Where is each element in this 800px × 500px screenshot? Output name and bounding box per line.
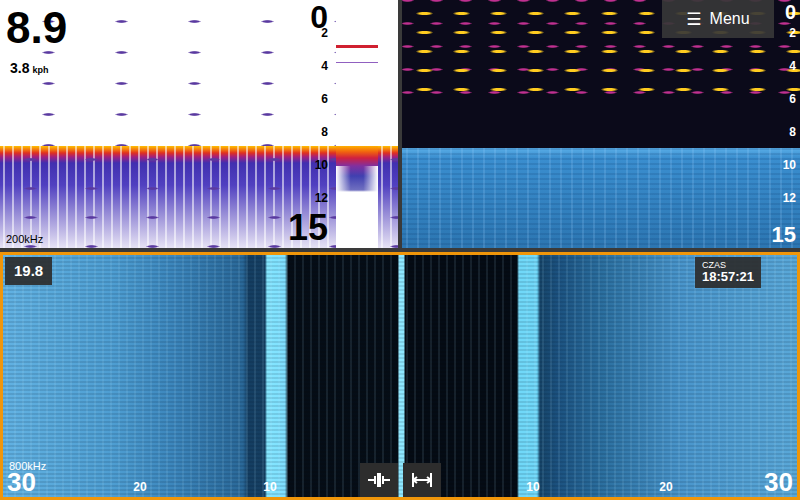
range-left: 30 <box>7 469 36 495</box>
scale-tick: 2 <box>789 26 796 40</box>
speed-unit: kph <box>32 65 48 75</box>
frequency-label: 200kHz <box>6 233 43 246</box>
speed-reading: 3.8kph <box>10 60 48 76</box>
scale-top: 0 <box>785 2 796 22</box>
range-right: 30 <box>764 469 793 495</box>
scale-tick: 12 <box>315 191 328 205</box>
depth-reading: 8.9 <box>6 6 67 50</box>
depth-scale: 02468101215 <box>288 0 328 248</box>
top-row: 0 2 4 6 8 10 12 15 8.9 3.8kph 200kHz 0 2 4 6 8 10 12 15 ☰ Me… <box>0 0 800 248</box>
sonar-panel[interactable]: 024681012158.93.8kph200kHz <box>0 0 398 248</box>
range-tick: 10 <box>526 480 539 494</box>
scale-tick: 2 <box>321 26 328 40</box>
zoom-out-button[interactable] <box>403 463 441 497</box>
clock-label: CZAS <box>702 260 754 270</box>
sidescan-panel[interactable]: 19.8CZAS18:57:21800kHz303020101020 <box>0 252 800 500</box>
clock-time: 18:57:21 <box>702 270 754 285</box>
range-tick: 20 <box>659 480 672 494</box>
zoom-in-button[interactable] <box>360 463 398 497</box>
zoom-out-icon <box>409 470 435 490</box>
scale-tick: 8 <box>321 125 328 139</box>
flasher <box>336 0 378 248</box>
scale-tick: 10 <box>783 158 796 172</box>
menu-label: Menu <box>710 10 750 28</box>
downscan-panel[interactable]: 0 2 4 6 8 10 12 15 ☰ Menu <box>402 0 800 248</box>
depth-badge: 19.8 <box>5 257 52 285</box>
range-tick: 20 <box>133 480 146 494</box>
range-tick: 10 <box>263 480 276 494</box>
scale-bottom: 15 <box>288 210 328 246</box>
bottom-return <box>402 148 800 248</box>
scale-tick: 6 <box>321 92 328 106</box>
menu-button[interactable]: ☰ Menu <box>662 0 774 38</box>
scale-tick: 4 <box>321 59 328 73</box>
scale-tick: 12 <box>783 191 796 205</box>
scale-tick: 4 <box>789 59 796 73</box>
speed-value: 3.8 <box>10 60 29 76</box>
scale-tick: 8 <box>789 125 796 139</box>
water-column <box>402 100 800 148</box>
scale-bottom: 15 <box>772 224 796 246</box>
menu-icon: ☰ <box>686 9 701 30</box>
scale-tick: 10 <box>315 158 328 172</box>
zoom-in-icon <box>366 470 392 490</box>
flasher-bottom <box>336 166 378 192</box>
scale-tick: 6 <box>789 92 796 106</box>
clock-badge: CZAS18:57:21 <box>695 257 761 288</box>
